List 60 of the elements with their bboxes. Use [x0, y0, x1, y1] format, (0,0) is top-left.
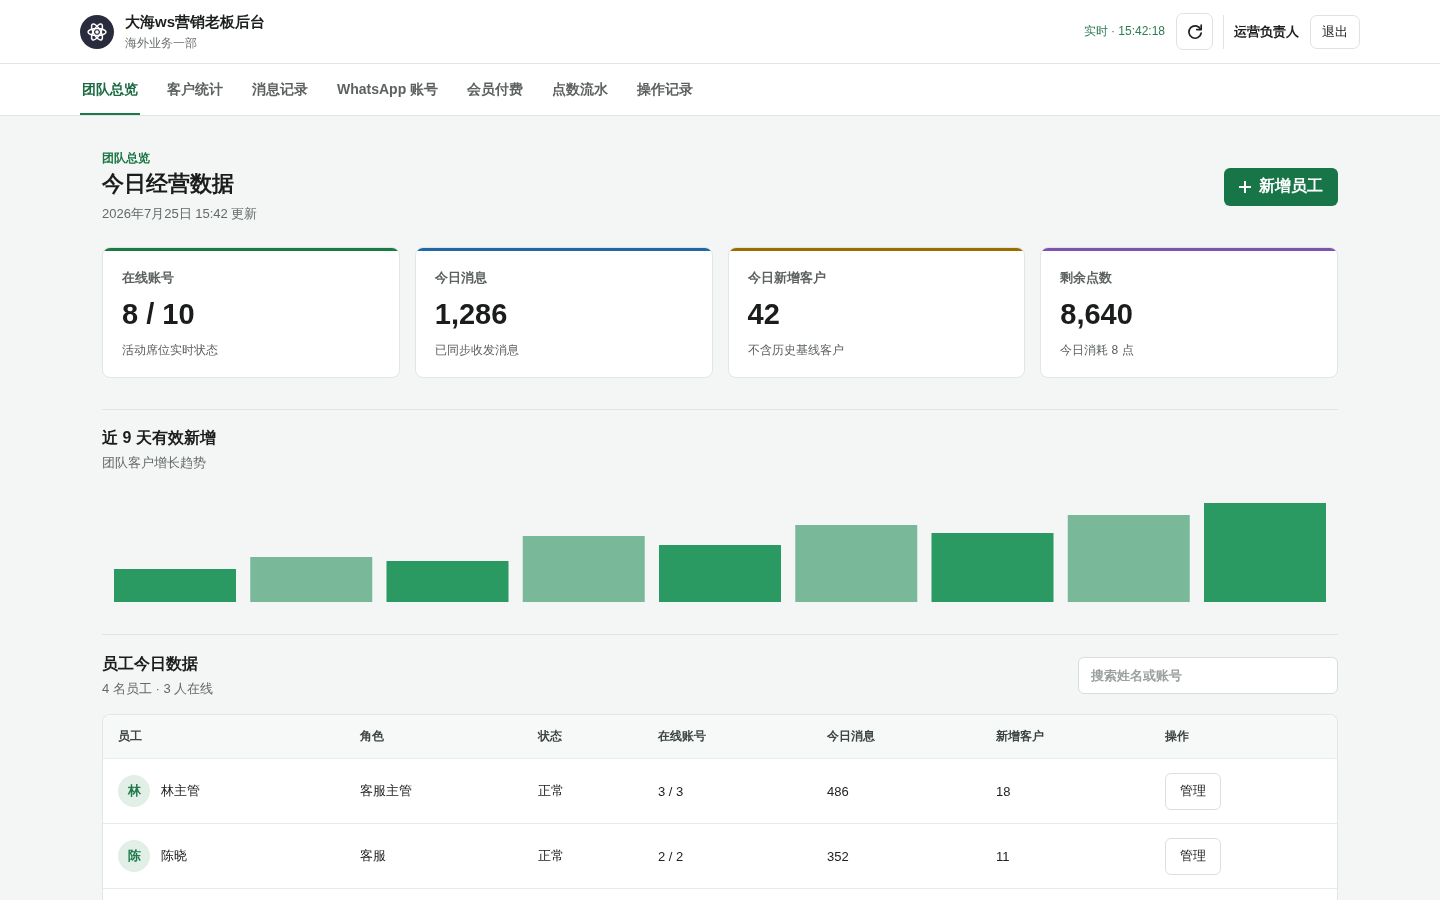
- column-header: 状态: [538, 728, 563, 745]
- logo-icon: [80, 14, 114, 49]
- add-employee-button[interactable]: 新增员工: [1224, 167, 1338, 206]
- employee-name: 林主管: [161, 782, 200, 800]
- stat-note: 不含历史基线客户: [747, 342, 845, 358]
- refresh-icon: [1185, 22, 1204, 41]
- section-title: 近 9 天有效新增: [102, 428, 217, 448]
- table-cell-text: 2 / 2: [658, 848, 685, 864]
- logout-button[interactable]: 退出: [1310, 14, 1360, 49]
- column-header: 新增客户: [996, 728, 1045, 745]
- table-cell-text: 3 / 3: [658, 783, 685, 799]
- manage-button[interactable]: 管理: [1165, 772, 1221, 810]
- nav-tab[interactable]: WhatsApp 账号: [335, 64, 441, 115]
- staff-summary: 4 名员工 · 3 人在线: [102, 680, 214, 698]
- page-title: 今日经营数据: [102, 170, 235, 198]
- app-title: 大海ws营销老板后台: [125, 12, 265, 32]
- table-cell-text: 11: [996, 848, 1011, 864]
- refresh-button[interactable]: [1176, 13, 1213, 50]
- stat-label: 今日新增客户: [747, 269, 827, 287]
- table-cell-text: 352: [827, 848, 850, 864]
- stat-note: 活动席位实时状态: [122, 342, 219, 358]
- nav-tab[interactable]: 客户统计: [165, 64, 225, 115]
- nav-tab[interactable]: 操作记录: [635, 64, 696, 115]
- stat-note: 已同步收发消息: [434, 342, 520, 358]
- updated-time: 2026年7月25日 15:42 更新: [102, 205, 258, 223]
- table-cell-text: 18: [996, 783, 1012, 799]
- stat-label: 在线账号: [122, 269, 175, 287]
- table-cell-text: 客服主管: [360, 782, 413, 800]
- avatar: 林: [118, 775, 150, 807]
- table-cell-text: 客服: [360, 847, 387, 865]
- nav-tab[interactable]: 团队总览: [80, 64, 140, 115]
- column-header: 操作: [1165, 728, 1190, 745]
- user-role: 运营负责人: [1234, 22, 1299, 41]
- stat-value: 1,286: [434, 297, 509, 332]
- stat-value: 8,640: [1060, 297, 1134, 332]
- live-status: 实时 · 15:42:18: [1083, 23, 1165, 40]
- stat-note: 今日消耗 8 点: [1060, 342, 1135, 358]
- employee-name: 陈晓: [161, 847, 187, 865]
- nav-tab[interactable]: 点数流水: [550, 64, 611, 115]
- plus-icon: [1239, 180, 1251, 193]
- nav-tab[interactable]: 会员付费: [465, 64, 526, 115]
- stat-value: 8 / 10: [122, 297, 196, 332]
- column-header: 在线账号: [658, 728, 707, 745]
- column-header: 角色: [360, 728, 385, 745]
- stat-value: 42: [747, 297, 781, 332]
- table-cell-text: 正常: [538, 782, 565, 800]
- department-name: 海外业务一部: [125, 35, 198, 51]
- manage-button[interactable]: 管理: [1165, 837, 1221, 875]
- section-title: 员工今日数据: [102, 654, 199, 674]
- table-cell-text: 486: [827, 783, 850, 799]
- nav-tab[interactable]: 消息记录: [250, 64, 310, 115]
- table-cell-text: 正常: [538, 847, 565, 865]
- stat-label: 剩余点数: [1060, 269, 1114, 287]
- search-field[interactable]: 搜索姓名或账号: [1078, 657, 1338, 694]
- column-header: 今日消息: [827, 728, 876, 745]
- column-header: 员工: [118, 728, 143, 745]
- stat-label: 今日消息: [434, 269, 488, 287]
- breadcrumb: 团队总览: [102, 150, 151, 166]
- section-subtitle: 团队客户增长趋势: [102, 454, 207, 472]
- avatar: 陈: [118, 840, 150, 872]
